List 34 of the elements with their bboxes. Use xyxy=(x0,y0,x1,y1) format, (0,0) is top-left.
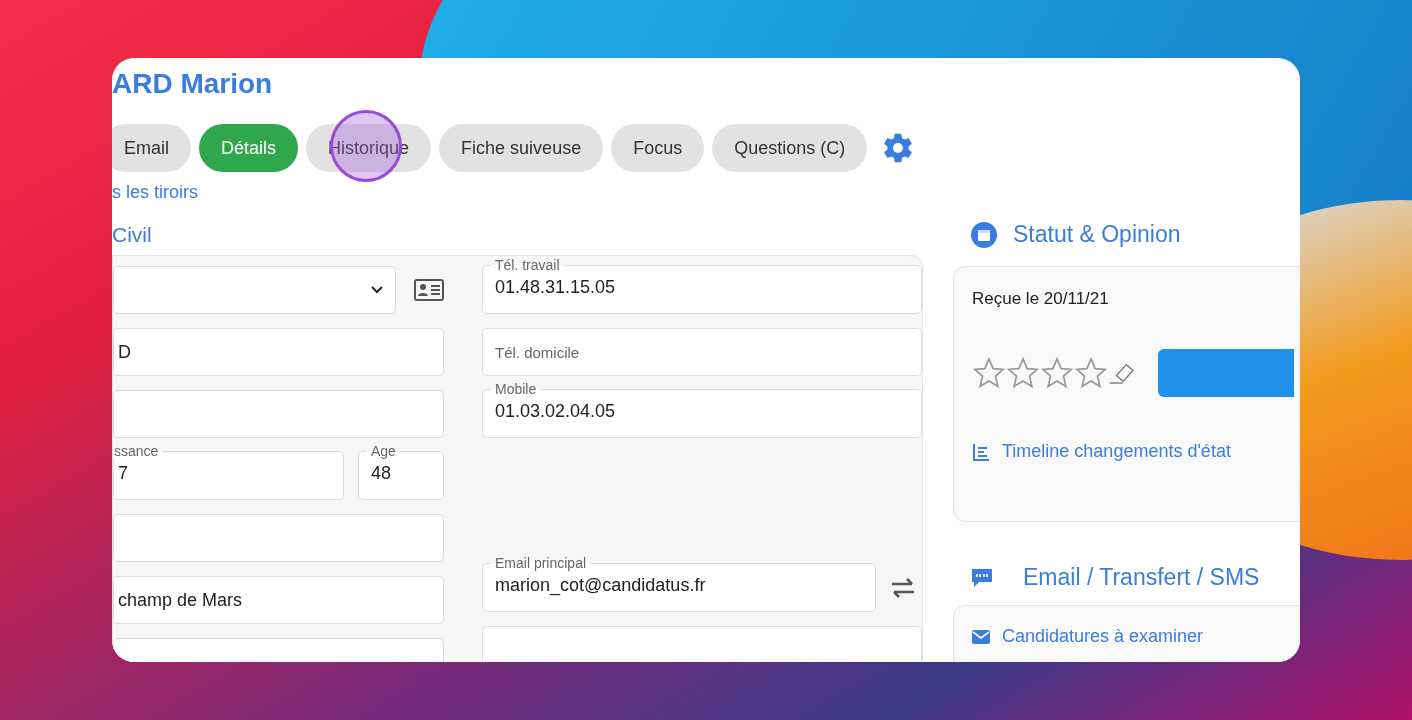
tab[interactable]: Fiche suiveuse xyxy=(439,124,604,172)
calendar-icon xyxy=(971,221,997,248)
id-card-icon[interactable] xyxy=(414,279,444,301)
chevron-icon xyxy=(371,286,383,294)
tab[interactable]: Email xyxy=(112,124,191,172)
input-field[interactable]: Tél. domicile xyxy=(482,328,922,376)
input-field[interactable]: Email principal marion_cot@candidatus.fr xyxy=(482,555,876,612)
star-icon[interactable] xyxy=(1006,356,1040,390)
received-date: Reçue le 20/11/21 xyxy=(972,289,1109,309)
star-icon[interactable] xyxy=(1074,356,1108,390)
input-field[interactable]: D xyxy=(113,328,444,376)
swap-arrows-icon[interactable] xyxy=(890,578,916,598)
input-field[interactable]: Age 48 xyxy=(358,443,444,500)
envelope-icon xyxy=(972,629,990,644)
quote-bubble-icon xyxy=(971,567,993,588)
select-field[interactable] xyxy=(113,266,396,314)
mailbox-link[interactable]: Candidatures à examiner xyxy=(972,626,1204,647)
tab[interactable]: Focus xyxy=(611,124,705,172)
candidate-name: ARD Marion xyxy=(112,68,274,100)
input-field[interactable] xyxy=(482,626,922,662)
input-field[interactable] xyxy=(113,514,444,562)
input-field[interactable] xyxy=(113,390,444,438)
input-field[interactable]: Mobile 01.03.02.04.05 xyxy=(482,381,922,438)
input-field[interactable]: champ de Mars xyxy=(113,576,444,624)
timeline-link[interactable]: Timeline changements d'état xyxy=(972,441,1231,462)
section-title: Statut & Opinion xyxy=(1013,221,1181,248)
section-title: Email / Transfert / SMS xyxy=(1023,564,1260,591)
input-field[interactable]: Tél. travail 01.48.31.15.05 xyxy=(482,257,922,314)
drawers-link[interactable]: s les tiroirs xyxy=(112,182,198,203)
tab[interactable]: Questions (C) xyxy=(712,124,868,172)
section-title: Civil xyxy=(112,223,152,247)
timeline-icon xyxy=(972,442,990,461)
star-icon[interactable] xyxy=(1040,356,1074,390)
star-icon[interactable] xyxy=(972,356,1006,390)
